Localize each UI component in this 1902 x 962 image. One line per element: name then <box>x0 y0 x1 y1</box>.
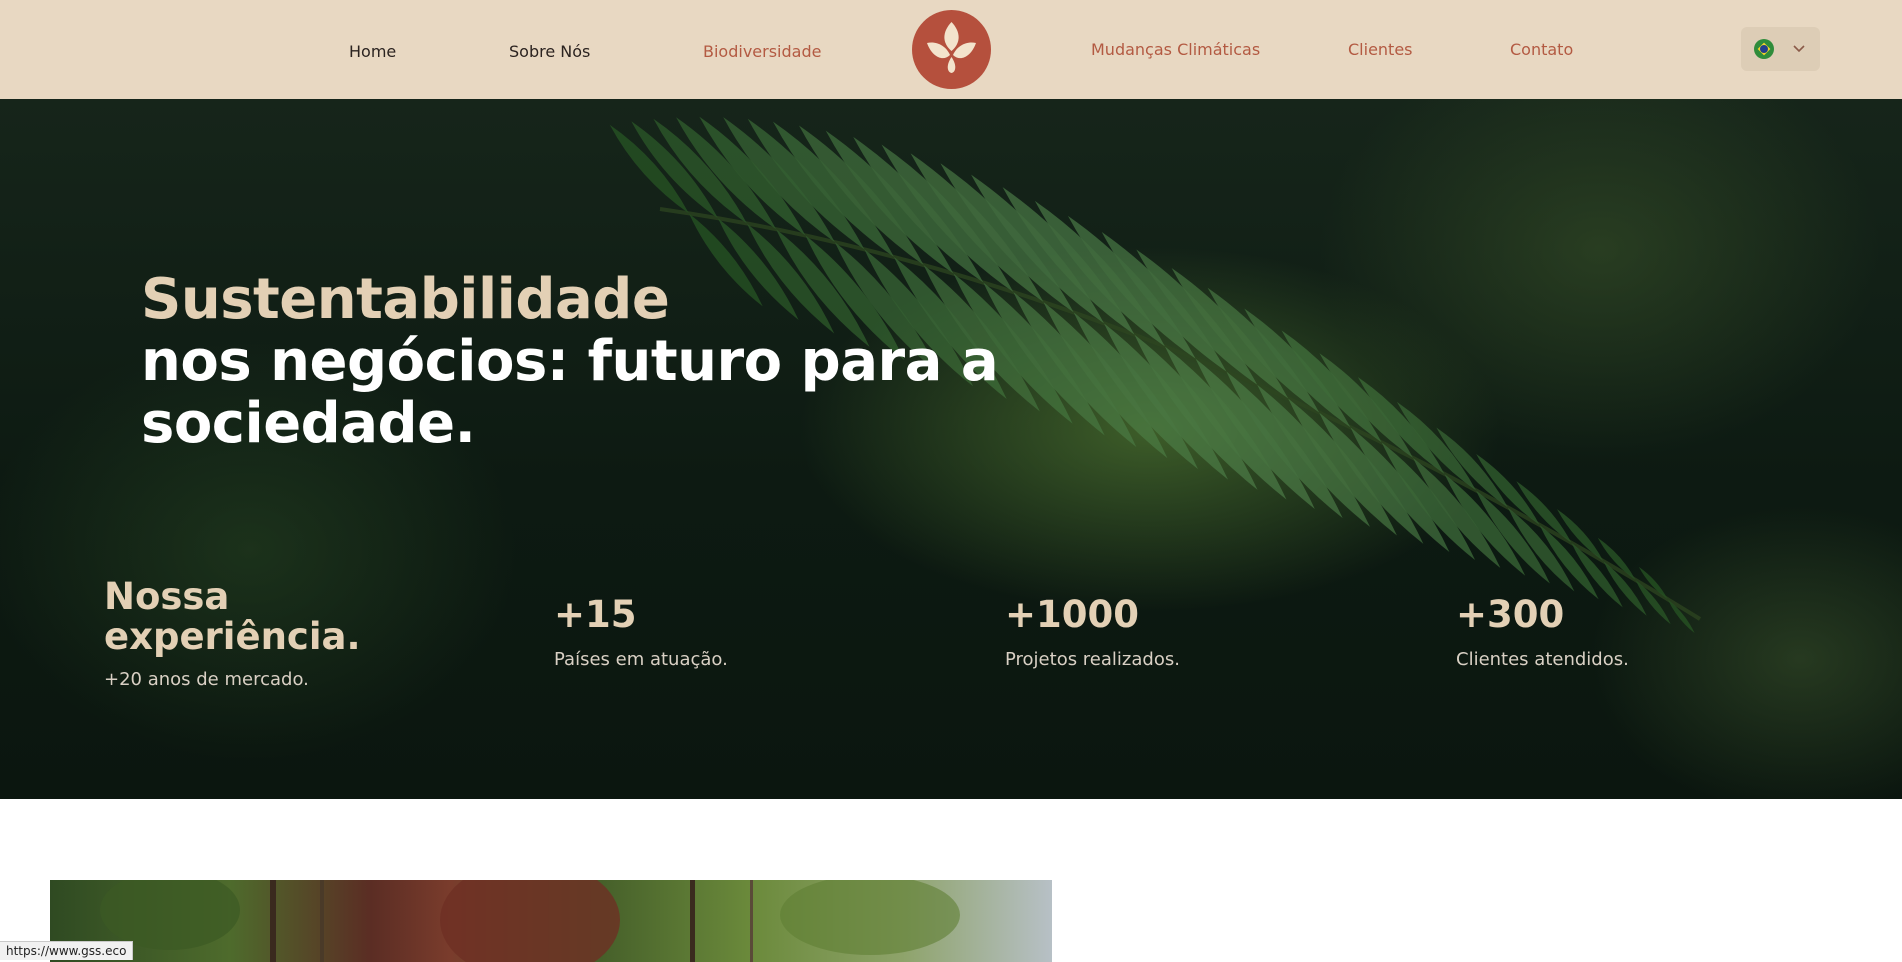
nav-home[interactable]: Home <box>349 42 396 61</box>
stat-value-projects: +1000 <box>1005 593 1139 636</box>
chevron-down-icon <box>1793 45 1805 53</box>
status-bar-url: https://www.gss.eco <box>0 941 134 960</box>
stat-label-projects: Projetos realizados. <box>1005 649 1180 670</box>
stat-value-clients: +300 <box>1456 593 1565 636</box>
hero-section: Sustentabilidade nos negócios: futuro pa… <box>0 99 1902 799</box>
headline-line-1: Sustentabilidade <box>141 267 670 332</box>
nav-contato[interactable]: Contato <box>1510 40 1573 59</box>
experience-title-2: experiência. <box>104 615 361 658</box>
gss-logo[interactable] <box>912 10 991 89</box>
hero-headline: Sustentabilidade nos negócios: futuro pa… <box>141 269 1041 455</box>
experience-subtitle: +20 anos de mercado. <box>104 669 309 690</box>
language-selector[interactable] <box>1741 27 1820 71</box>
forest-photo-image <box>100 880 960 962</box>
nav-mudancas-climaticas[interactable]: Mudanças Climáticas <box>1091 40 1260 59</box>
stat-value-countries: +15 <box>554 593 637 636</box>
stat-label-countries: Países em atuação. <box>554 649 728 670</box>
headline-line-2: nos negócios: futuro para a <box>141 329 999 394</box>
nav-biodiversidade[interactable]: Biodiversidade <box>703 42 821 61</box>
experience-title-1: Nossa <box>104 575 230 618</box>
stat-label-clients: Clientes atendidos. <box>1456 649 1629 670</box>
flower-logo-icon <box>927 22 976 73</box>
site-header: Home Sobre Nós Biodiversidade Mudanças C… <box>0 0 1902 99</box>
nav-clientes[interactable]: Clientes <box>1348 40 1413 59</box>
nav-sobre-nos[interactable]: Sobre Nós <box>509 42 590 61</box>
forest-photo <box>50 880 1052 962</box>
brazil-flag-icon <box>1754 39 1774 59</box>
headline-line-3: sociedade. <box>141 391 476 456</box>
